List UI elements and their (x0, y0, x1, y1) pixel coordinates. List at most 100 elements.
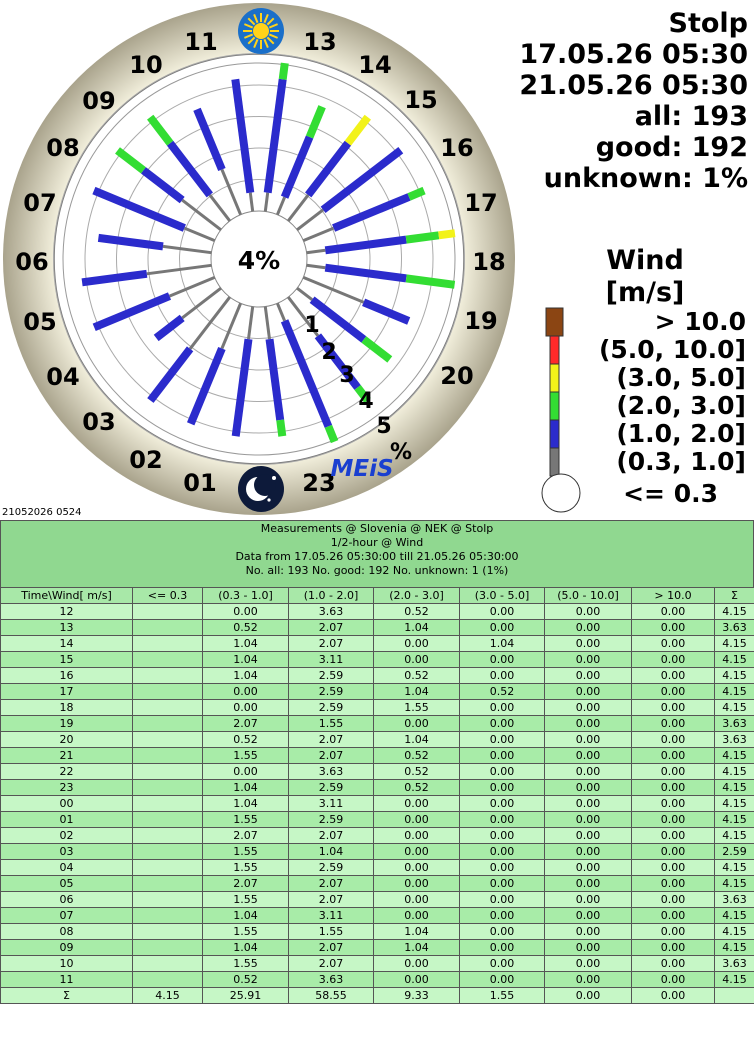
table-cell (132, 731, 203, 748)
count-good: good: 192 (595, 132, 748, 163)
table-cell: 01 (0, 811, 133, 828)
table-cell: 0.00 (631, 651, 715, 668)
table-cell (714, 987, 754, 1004)
table-cell: 0.00 (631, 827, 715, 844)
hour-label: 13 (303, 28, 336, 56)
table-cell: 0.00 (544, 779, 632, 796)
table-cell: 1.04 (202, 635, 289, 652)
table-cell: 1.55 (202, 859, 289, 876)
table-cell: 2.07 (288, 619, 374, 636)
table-cell: 0.00 (373, 795, 460, 812)
table-cell: 0.00 (373, 859, 460, 876)
table-cell: 0.52 (373, 779, 460, 796)
table-row: 02 2.07 2.07 0.00 0.00 0.00 0.00 4.15 (0, 827, 754, 844)
table-cell (132, 635, 203, 652)
table-cell (132, 843, 203, 860)
table-cell: 0.00 (544, 603, 632, 620)
table-cell: 2.59 (288, 859, 374, 876)
table-cell: 0.00 (631, 747, 715, 764)
table-cell (132, 683, 203, 700)
table-row: 10 1.55 2.07 0.00 0.00 0.00 0.00 3.63 (0, 955, 754, 972)
legend-label-5-10: (5.0, 10.0] (598, 335, 746, 364)
table-cell: 0.00 (459, 619, 545, 636)
table-cell: 18 (0, 699, 133, 716)
table-cell: 0.00 (544, 891, 632, 908)
ring-scale-label: 5 (376, 414, 391, 439)
table-row: 01 1.55 2.59 0.00 0.00 0.00 0.00 4.15 (0, 811, 754, 828)
table-cell: 4.15 (714, 827, 754, 844)
hour-label: 09 (82, 87, 115, 115)
table-cell: 3.11 (288, 907, 374, 924)
table-cell: 1.55 (202, 811, 289, 828)
table-cell: 00 (0, 795, 133, 812)
moon-icon (238, 466, 284, 512)
table-row: 03 1.55 1.04 0.00 0.00 0.00 0.00 2.59 (0, 843, 754, 860)
table-cell: 0.00 (459, 971, 545, 988)
table-cell: 2.07 (202, 715, 289, 732)
table-cell: 2.59 (288, 811, 374, 828)
table-cell: 0.00 (459, 763, 545, 780)
table-cell: 0.00 (459, 891, 545, 908)
table-cell: 0.00 (373, 827, 460, 844)
table-title-line: Data from 17.05.26 05:30:00 till 21.05.2… (235, 550, 519, 563)
table-row: 09 1.04 2.07 1.04 0.00 0.00 0.00 4.15 (0, 939, 754, 956)
table-cell: 3.63 (714, 731, 754, 748)
table-row: 16 1.04 2.59 0.52 0.00 0.00 0.00 4.15 (0, 667, 754, 684)
table-row: 14 1.04 2.07 0.00 1.04 0.00 0.00 4.15 (0, 635, 754, 652)
table-title-line: 1/2-hour @ Wind (330, 536, 424, 549)
star (272, 476, 276, 480)
table-cell: 0.00 (459, 843, 545, 860)
table-header-cell: (0.3 - 1.0] (202, 587, 289, 604)
table-header-row: Time\Wind[ m/s] <= 0.3 (0.3 - 1.0] (1.0 - 2… (0, 587, 754, 604)
table-cell (132, 907, 203, 924)
table-cell: 0.00 (544, 715, 632, 732)
table-cell: 02 (0, 827, 133, 844)
table-cell (132, 667, 203, 684)
table-cell: 1.04 (202, 667, 289, 684)
table-row: 07 1.04 3.11 0.00 0.00 0.00 0.00 4.15 (0, 907, 754, 924)
table-cell: 0.00 (544, 763, 632, 780)
table-header-cell: Time\Wind[ m/s] (0, 587, 133, 604)
table-cell: 0.52 (373, 763, 460, 780)
table-cell: 0.00 (373, 811, 460, 828)
legend-label-03-1: (0.3, 1.0] (616, 447, 746, 476)
hour-label: 06 (15, 248, 48, 276)
wind-bar-segment (405, 231, 440, 244)
table-cell: 2.59 (288, 699, 374, 716)
table-cell: 2.59 (288, 683, 374, 700)
table-cell: 1.04 (373, 683, 460, 700)
table-cell: 3.63 (714, 955, 754, 972)
table-cell: 0.00 (373, 715, 460, 732)
legend-swatch (549, 335, 560, 365)
legend-swatch (549, 363, 560, 393)
hour-label: 01 (183, 469, 216, 497)
table-cell: 1.55 (459, 987, 545, 1004)
wind-frequency-table: Time\Wind[ m/s] <= 0.3 (0.3 - 1.0] (1.0 - 2… (0, 587, 754, 1004)
ring-scale-label: 4 (358, 389, 373, 414)
table-cell: 1.04 (202, 939, 289, 956)
table-cell: 0.00 (373, 875, 460, 892)
table-cell: 0.00 (544, 843, 632, 860)
table-cell: 0.00 (631, 731, 715, 748)
table-cell: 0.00 (373, 635, 460, 652)
table-cell: 1.55 (202, 955, 289, 972)
table-cell: 23 (0, 779, 133, 796)
table-cell: 3.63 (288, 603, 374, 620)
table-cell: 4.15 (714, 795, 754, 812)
sun-core (253, 23, 269, 39)
table-cell: 06 (0, 891, 133, 908)
table-cell: 0.00 (459, 811, 545, 828)
table-cell: 0.00 (459, 955, 545, 972)
table-cell: 0.00 (373, 971, 460, 988)
table-cell (132, 827, 203, 844)
table-row: 05 2.07 2.07 0.00 0.00 0.00 0.00 4.15 (0, 875, 754, 892)
table-cell: 0.00 (459, 923, 545, 940)
table-cell: 4.15 (714, 603, 754, 620)
wind-bar-segment (438, 229, 456, 240)
table-cell: 2.59 (288, 667, 374, 684)
table-cell: 0.52 (202, 971, 289, 988)
table-cell: 0.00 (459, 699, 545, 716)
table-cell: 0.00 (631, 603, 715, 620)
hour-label: 20 (440, 362, 473, 390)
table-cell: 0.00 (631, 619, 715, 636)
